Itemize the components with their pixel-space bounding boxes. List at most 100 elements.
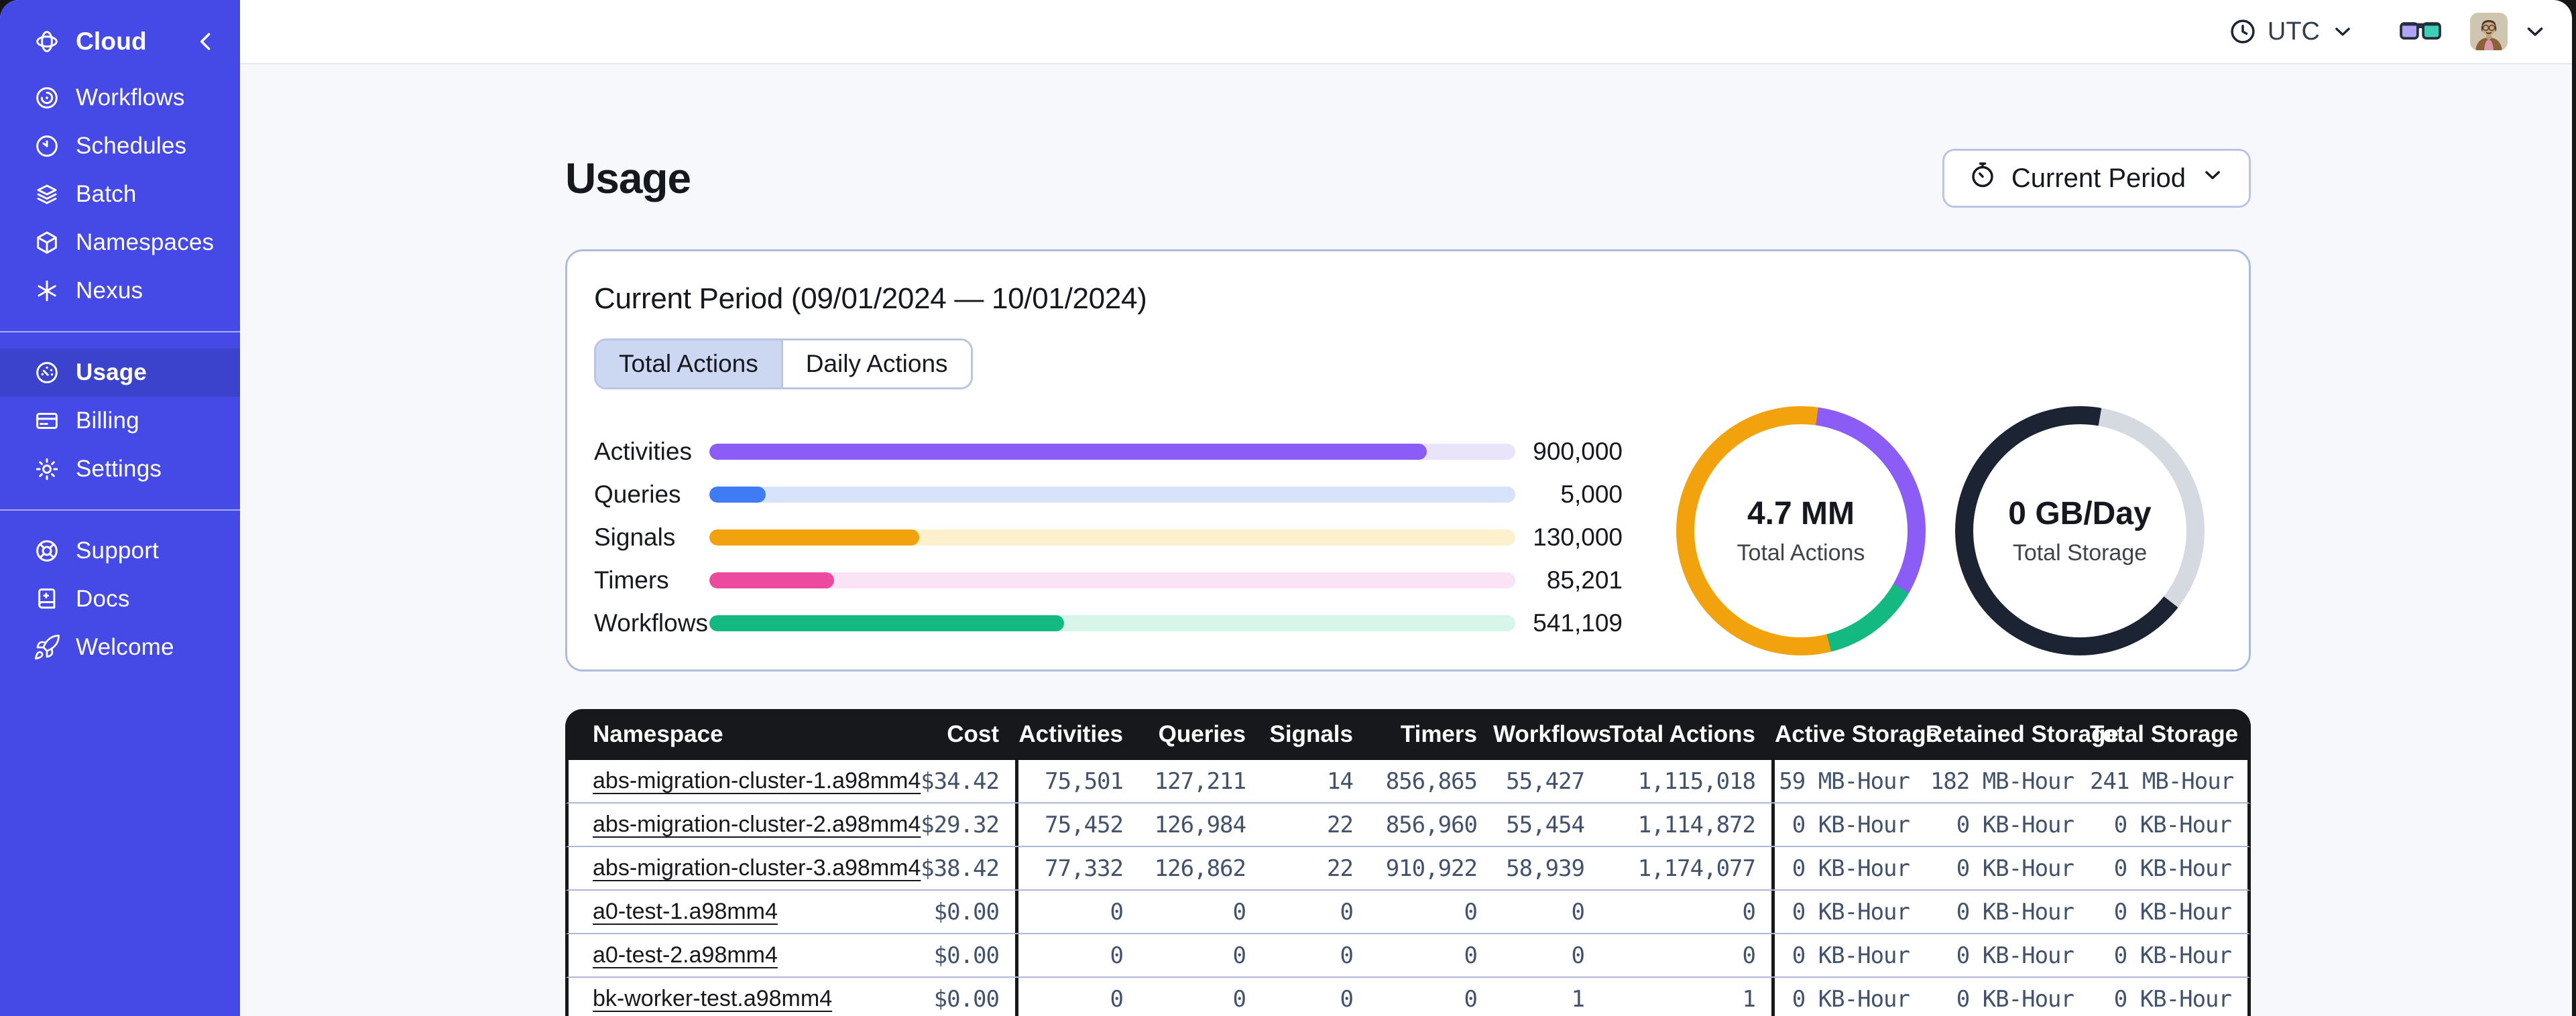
- workflows-icon: [33, 84, 61, 112]
- column-header-total-actions: Total Actions: [1609, 721, 1755, 747]
- signals-cell: 22: [1327, 854, 1354, 882]
- donut-label: Total Storage: [2012, 540, 2148, 566]
- cost-cell: $0.00: [933, 898, 1000, 926]
- sidebar-item-support[interactable]: Support: [0, 527, 240, 575]
- table-row: a0-test-1.a98mm4 $0.00 0 0 0 0 0 0 0 KB-…: [565, 891, 2251, 934]
- sidebar-item-label: Welcome: [76, 634, 174, 660]
- bar-track: [709, 487, 1515, 503]
- page-header: Usage Current Period: [565, 149, 2251, 208]
- total-actions-cell: 0: [1742, 898, 1756, 926]
- namespace-link[interactable]: abs-migration-cluster-2.a98mm4: [593, 812, 921, 837]
- workflows-cell: 0: [1571, 942, 1585, 969]
- sidebar-item-namespaces[interactable]: Namespaces: [0, 218, 240, 267]
- retained-storage-cell: 0 KB-Hour: [1956, 942, 2074, 969]
- collapse-sidebar-button[interactable]: [192, 27, 220, 56]
- namespace-cell: a0-test-1.a98mm4: [569, 899, 874, 925]
- donut-value: 4.7 MM: [1747, 496, 1855, 531]
- sidebar-footer-nav: Support Docs Welcome: [0, 527, 240, 672]
- timers-cell: 0: [1464, 898, 1478, 926]
- sidebar-item-welcome[interactable]: Welcome: [0, 623, 240, 672]
- table-row: a0-test-2.a98mm4 $0.00 0 0 0 0 0 0 0 KB-…: [565, 934, 2251, 978]
- retained-storage-cell: 0 KB-Hour: [1956, 854, 2074, 882]
- tab-total-actions[interactable]: Total Actions: [596, 340, 781, 387]
- timezone-label: UTC: [2267, 17, 2320, 46]
- page-title: Usage: [565, 154, 691, 202]
- bar-track: [709, 572, 1515, 588]
- account-menu-chevron-icon[interactable]: [2521, 17, 2549, 46]
- namespace-link[interactable]: bk-worker-test.a98mm4: [593, 986, 832, 1011]
- namespace-cell: abs-migration-cluster-3.a98mm4: [569, 855, 921, 881]
- sidebar-item-settings[interactable]: Settings: [0, 445, 240, 493]
- workflows-cell: 1: [1571, 985, 1585, 1013]
- sidebar-divider: [0, 509, 240, 511]
- bar-fill: [709, 529, 919, 546]
- total-actions-cell: 1: [1742, 985, 1756, 1013]
- total-actions-cell: 1,174,077: [1637, 854, 1756, 882]
- sidebar-item-label: Support: [76, 537, 159, 564]
- timezone-selector[interactable]: UTC: [2223, 15, 2360, 48]
- workflows-cell: 0: [1571, 898, 1585, 926]
- namespace-usage-table: Namespace Cost Activities Queries Signal…: [565, 709, 2251, 1016]
- table-row: bk-worker-test.a98mm4 $0.00 0 0 0 0 1 1 …: [565, 978, 2251, 1016]
- bar-row-timers: Timers 85,201: [594, 566, 1623, 594]
- period-selector-button[interactable]: Current Period: [1942, 149, 2251, 208]
- retained-storage-cell: 0 KB-Hour: [1956, 811, 2074, 838]
- workflows-cell: 58,939: [1506, 854, 1585, 882]
- timers-cell: 0: [1464, 942, 1478, 969]
- avatar[interactable]: [2470, 13, 2508, 50]
- namespace-link[interactable]: a0-test-1.a98mm4: [593, 899, 778, 924]
- tab-daily-actions[interactable]: Daily Actions: [780, 340, 971, 387]
- namespace-link[interactable]: abs-migration-cluster-3.a98mm4: [593, 855, 921, 881]
- actions-bar-chart: Activities 900,000 Queries 5,000 Signals: [594, 438, 1623, 658]
- column-header-cost: Cost: [947, 721, 999, 747]
- cost-cell: $29.32: [921, 811, 1000, 838]
- sidebar-item-usage[interactable]: Usage: [0, 348, 240, 397]
- bar-value: 85,201: [1546, 566, 1623, 594]
- sidebar-item-batch[interactable]: Batch: [0, 170, 240, 218]
- bar-row-activities: Activities 900,000: [594, 438, 1623, 465]
- timers-cell: 0: [1464, 985, 1478, 1013]
- total-storage-cell: 0 KB-Hour: [2113, 942, 2232, 969]
- total-storage-donut: 0 GB/Day Total Storage: [1955, 406, 2205, 655]
- column-header-queries: Queries: [1158, 721, 1246, 747]
- namespace-link[interactable]: a0-test-2.a98mm4: [593, 942, 778, 968]
- sidebar-item-label: Docs: [76, 586, 130, 612]
- bar-value: 130,000: [1533, 523, 1623, 551]
- sidebar-item-workflows[interactable]: Workflows: [0, 74, 240, 122]
- sidebar-item-nexus[interactable]: Nexus: [0, 267, 240, 315]
- namespace-cell: bk-worker-test.a98mm4: [569, 986, 874, 1012]
- bar-row-signals: Signals 130,000: [594, 523, 1623, 551]
- app-window: Cloud Workflows Schedules Batch Namespac…: [0, 0, 2572, 1016]
- table-row: abs-migration-cluster-3.a98mm4 $38.42 77…: [565, 847, 2251, 891]
- stopwatch-icon: [1967, 160, 1998, 197]
- nexus-icon: [33, 277, 61, 305]
- timers-cell: 856,960: [1385, 811, 1478, 838]
- timers-cell: 910,922: [1385, 854, 1478, 882]
- sidebar-item-billing[interactable]: Billing: [0, 397, 240, 445]
- chevron-down-icon: [2329, 18, 2356, 45]
- active-storage-cell: 0 KB-Hour: [1792, 985, 1910, 1013]
- table-body: abs-migration-cluster-1.a98mm4 $34.42 75…: [565, 760, 2251, 1016]
- bar-label: Timers: [594, 566, 669, 594]
- usage-summary-card: Current Period (09/01/2024 — 10/01/2024)…: [565, 249, 2251, 672]
- sidebar: Cloud Workflows Schedules Batch Namespac…: [0, 0, 240, 1016]
- total-actions-cell: 1,114,872: [1637, 811, 1756, 838]
- bar-label: Signals: [594, 523, 676, 551]
- activities-cell: 77,332: [1045, 854, 1124, 882]
- namespace-link[interactable]: abs-migration-cluster-1.a98mm4: [593, 768, 921, 793]
- main-area: UTC Usage Current Period Current Period …: [240, 0, 2572, 1016]
- queries-cell: 126,984: [1154, 811, 1246, 838]
- sidebar-item-schedules[interactable]: Schedules: [0, 122, 240, 170]
- total-actions-cell: 1,115,018: [1637, 767, 1756, 795]
- sidebar-header: Cloud: [0, 0, 240, 74]
- sidebar-item-docs[interactable]: Docs: [0, 575, 240, 623]
- total-storage-cell: 0 KB-Hour: [2113, 811, 2232, 838]
- queries-cell: 0: [1232, 942, 1246, 969]
- signals-cell: 22: [1327, 811, 1354, 838]
- bar-value: 900,000: [1533, 438, 1623, 465]
- support-icon: [33, 537, 61, 565]
- donut-label: Total Actions: [1737, 540, 1865, 566]
- goggles-icon[interactable]: [2399, 17, 2442, 46]
- column-header-signals: Signals: [1269, 721, 1353, 747]
- sidebar-item-label: Schedules: [76, 133, 187, 159]
